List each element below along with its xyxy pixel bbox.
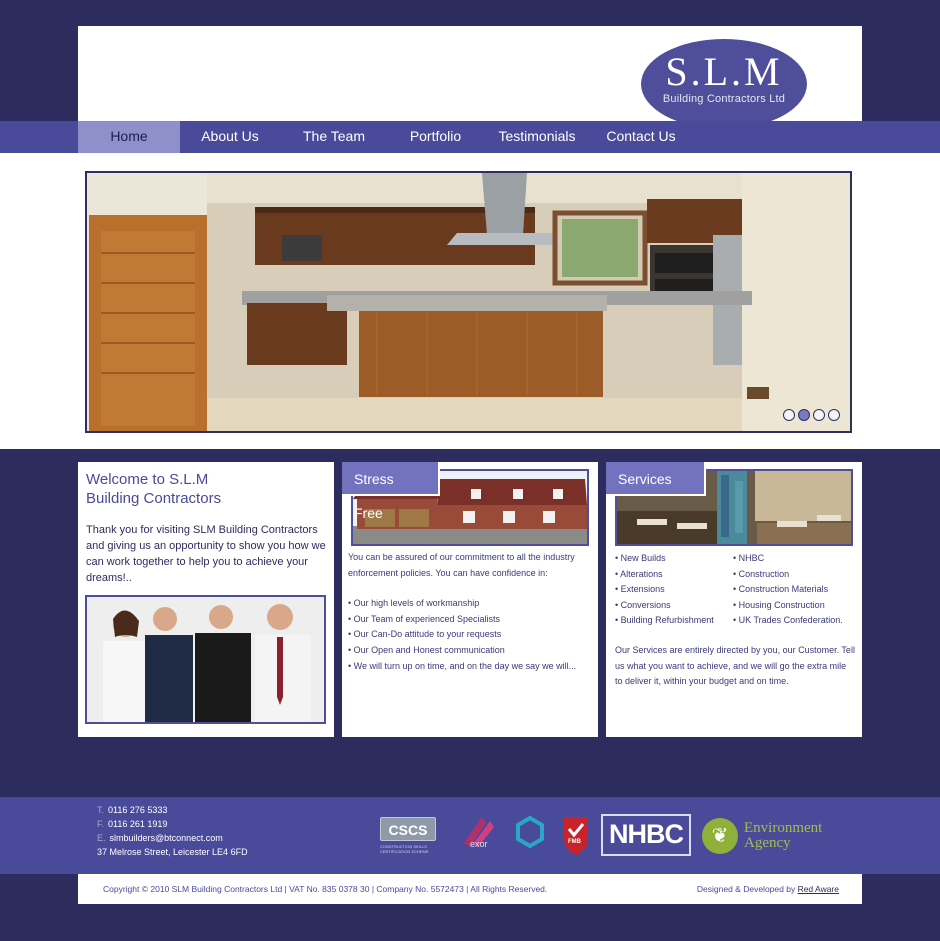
tree-icon: ❦: [702, 818, 738, 854]
contact-details: T. 0116 276 5333 F. 0116 261 1919 E. slmbui…: [97, 803, 248, 859]
fax-line: F. 0116 261 1919: [97, 817, 248, 831]
construction-logo[interactable]: [512, 814, 548, 856]
stress-free-text: You can be assured of our commitment to …: [348, 550, 594, 674]
cscs-logo[interactable]: CSCS CONSTRUCTION SKILLS CERTIFICATION S…: [380, 815, 440, 855]
hexagon-icon: [516, 815, 544, 849]
exor-icon: [464, 817, 494, 847]
logo-subtitle: Building Contractors Ltd: [662, 93, 786, 105]
nhbc-logo[interactable]: NHBC: [601, 814, 691, 856]
slide-dot-2[interactable]: [798, 409, 810, 421]
list-item: • We will turn up on time, and on the da…: [348, 660, 577, 671]
fax-number: 0116 261 1919: [108, 819, 168, 829]
slide-dot-3[interactable]: [813, 409, 825, 421]
list-item: • Our Team of experienced Specialists: [348, 613, 501, 624]
ea-logo-text: Environment Agency: [744, 821, 822, 851]
nav-the-team[interactable]: The Team: [280, 121, 388, 153]
services-col-1: • New Builds • Alterations • Extensions …: [615, 551, 733, 629]
welcome-panel: Welcome to S.L.M Building Contractors Th…: [78, 462, 334, 737]
stress-free-panel: Stress Free You can be assured of our co…: [342, 462, 598, 737]
list-item: • Construction: [733, 568, 790, 579]
phone-label: T.: [97, 805, 105, 815]
list-item: • New Builds: [615, 553, 666, 563]
logo-title: S.L.M: [665, 49, 783, 94]
kitchen-image: [87, 173, 850, 431]
ea-line1: Environment: [744, 820, 823, 836]
list-item: • Building Refurbishment: [615, 615, 714, 626]
environment-agency-logo[interactable]: ❦ Environment Agency: [702, 815, 842, 857]
nav-about-us[interactable]: About Us: [180, 121, 280, 153]
slm-logo[interactable]: S.L.M Building Contractors Ltd: [641, 39, 807, 121]
list-item: • Construction Materials: [733, 584, 829, 595]
stress-free-label: Stress Free: [342, 462, 440, 521]
email-label: E.: [97, 833, 106, 843]
list-item: • Housing Construction: [733, 599, 825, 610]
services-list: • New Builds • Alterations • Extensions …: [615, 551, 843, 629]
services-col-2: • NHBC • Construction • Construction Mat…: [733, 551, 843, 629]
email-line: E. slmbuilders@btconnect.com: [97, 831, 248, 845]
services-text: Our Services are entirely directed by yo…: [615, 645, 855, 687]
list-item: • Our high levels of workmanship: [348, 598, 480, 609]
slide-dots: [783, 409, 840, 421]
nav-home[interactable]: Home: [78, 121, 180, 153]
services-panel: Services • New Builds • Alterations • Ex…: [606, 462, 862, 737]
list-item: • UK Trades Confederation.: [733, 615, 843, 626]
fax-label: F.: [97, 819, 105, 829]
fmb-shield-icon: [564, 817, 588, 855]
nav-portfolio[interactable]: Portfolio: [388, 121, 483, 153]
phone-number: 0116 276 5333: [108, 805, 168, 815]
cscs-logo-subtext: CONSTRUCTION SKILLS CERTIFICATION SCHEME: [380, 844, 429, 854]
team-photo: [85, 595, 326, 724]
phone-line: T. 0116 276 5333: [97, 803, 248, 817]
kitchen-slideshow[interactable]: [85, 171, 852, 433]
nav-testimonials[interactable]: Testimonials: [483, 121, 591, 153]
nav-contact-us[interactable]: Contact Us: [591, 121, 691, 153]
red-aware-link[interactable]: Red Aware: [798, 884, 839, 894]
welcome-title-line1: Welcome to S.L.M: [86, 471, 209, 488]
designer-credit: Designed & Developed by Red Aware: [697, 884, 839, 894]
welcome-title-line2: Building Contractors: [86, 490, 222, 507]
stress-free-list: • Our high levels of workmanship • Our T…: [348, 596, 594, 674]
copyright-text: Copyright © 2010 SLM Building Contractor…: [103, 884, 548, 894]
list-item: • Alterations: [615, 568, 663, 579]
copyright-bar: Copyright © 2010 SLM Building Contractor…: [78, 874, 862, 904]
list-item: • Our Open and Honest communication: [348, 644, 505, 655]
list-item: • Conversions: [615, 599, 671, 610]
list-item: • Our Can-Do attitude to your requests: [348, 629, 502, 640]
header: S.L.M Building Contractors Ltd: [78, 26, 862, 121]
exor-logo-text: exor: [470, 839, 488, 849]
welcome-title: Welcome to S.L.M Building Contractors: [86, 470, 221, 508]
fmb-logo[interactable]: FMB: [562, 815, 590, 857]
address: 37 Melrose Street, Leicester LE4 6FD: [97, 847, 248, 857]
welcome-text: Thank you for visiting SLM Building Cont…: [86, 524, 326, 584]
designer-credit-text: Designed & Developed by: [696, 884, 798, 894]
main-nav: Home About Us The Team Portfolio Testimo…: [0, 121, 940, 153]
slide-dot-4[interactable]: [828, 409, 840, 421]
stress-free-intro: You can be assured of our commitment to …: [348, 552, 575, 578]
services-label: Services: [606, 462, 706, 496]
cscs-logo-text: CSCS: [380, 817, 436, 841]
slide-dot-1[interactable]: [783, 409, 795, 421]
ea-line2: Agency: [744, 835, 791, 851]
list-item: • Extensions: [615, 584, 665, 595]
email-link[interactable]: slmbuilders@btconnect.com: [110, 833, 223, 843]
list-item: • NHBC: [733, 553, 765, 563]
exor-logo[interactable]: exor: [456, 813, 498, 857]
fmb-logo-text: FMB: [568, 839, 581, 845]
